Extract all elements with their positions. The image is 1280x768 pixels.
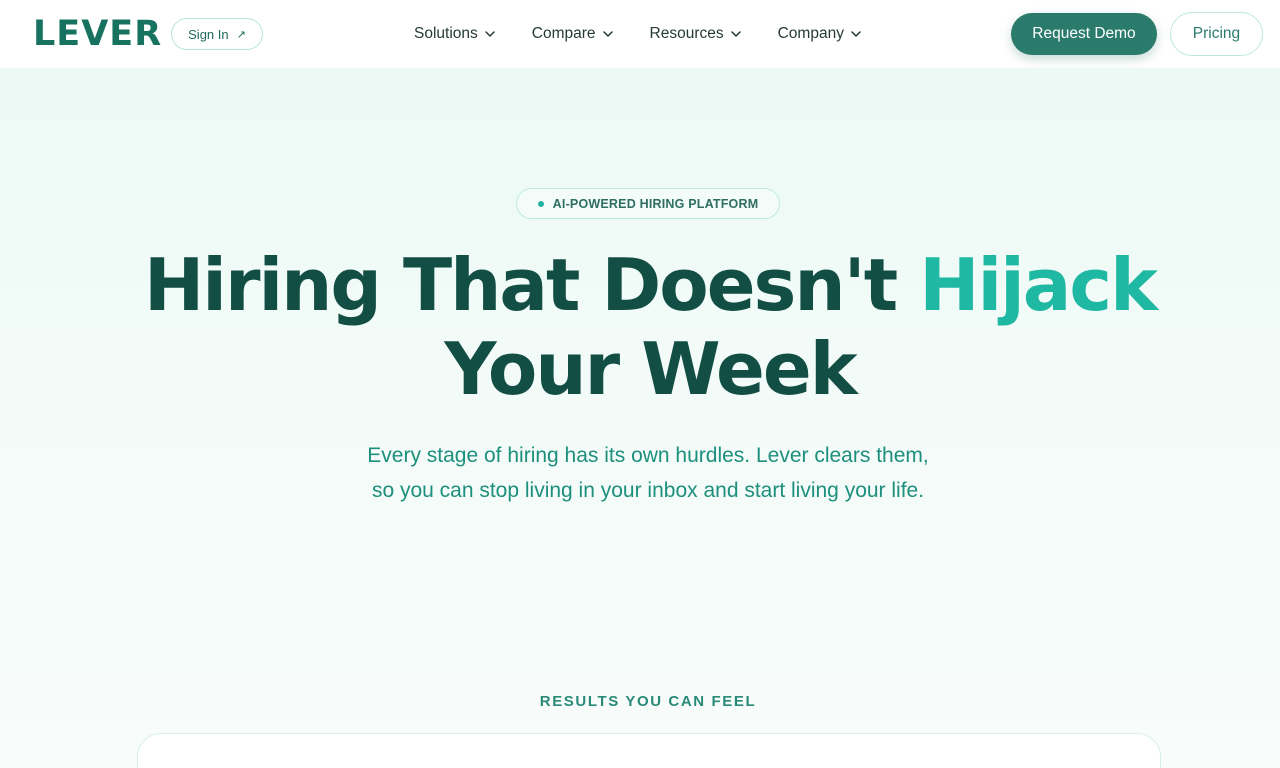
main-nav-menu: Solutions Compare Resources Company [414, 22, 898, 46]
subtitle-line1: Every stage of hiring has its own hurdle… [367, 444, 929, 467]
subtitle-line2: so you can stop living in your inbox and… [371, 479, 925, 502]
chevron-down-icon [485, 31, 495, 37]
headline-accent: Hijack [919, 243, 1158, 327]
headline-part2: Your Week [444, 327, 857, 411]
chevron-down-icon [730, 31, 741, 37]
pricing-button[interactable]: Pricing [1170, 12, 1263, 56]
hero-headline: Hiring That Doesn't Hijack Your Week [140, 243, 1160, 411]
nav-item-label: Resources [649, 25, 724, 42]
badge-label: AI-POWERED HIRING PLATFORM [552, 196, 759, 211]
nav-item-solutions[interactable]: Solutions [414, 25, 496, 43]
results-card [137, 733, 1161, 768]
nav-item-label: Company [777, 25, 844, 42]
external-arrow-icon: ↗ [236, 28, 246, 41]
top-navbar: LEVER Sign In ↗ Solutions Compare Resour… [0, 0, 1280, 68]
nav-item-company[interactable]: Company [778, 25, 862, 43]
lever-logo[interactable]: LEVER [33, 14, 162, 54]
badge-dot-icon [537, 200, 544, 207]
headline-part1: Hiring That Doesn't [144, 243, 920, 327]
nav-item-compare[interactable]: Compare [532, 25, 614, 43]
chevron-down-icon [602, 31, 613, 37]
chevron-down-icon [851, 31, 861, 37]
nav-item-label: Compare [531, 25, 596, 42]
results-section-label: RESULTS YOU CAN FEEL [539, 693, 757, 710]
nav-item-label: Solutions [414, 25, 478, 42]
sign-in-label: Sign In [188, 26, 229, 42]
request-demo-button[interactable]: Request Demo [1011, 13, 1157, 55]
platform-badge: AI-POWERED HIRING PLATFORM [516, 188, 780, 219]
nav-item-resources[interactable]: Resources [650, 25, 742, 43]
sign-in-button[interactable]: Sign In ↗ [171, 18, 263, 50]
hero-subtitle: Every stage of hiring has its own hurdle… [290, 438, 1006, 508]
